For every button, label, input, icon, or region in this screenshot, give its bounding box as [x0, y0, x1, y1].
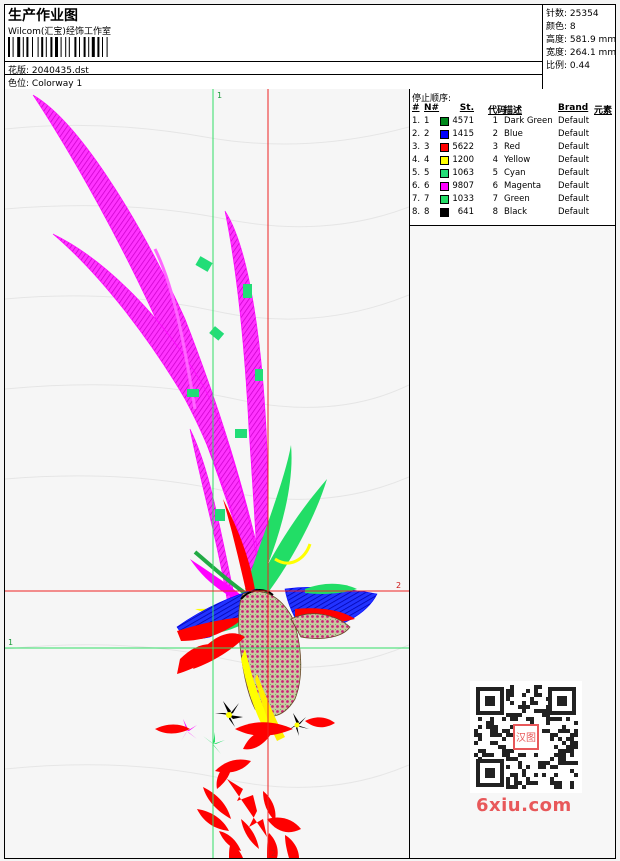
row-description: Red	[504, 142, 521, 152]
embroidery-preview: 1 2 2 1	[5, 89, 410, 858]
col-brand: Brand	[558, 103, 589, 113]
table-row: 2. 2 1415 2 Blue Default	[410, 129, 615, 142]
col-element: 元素	[594, 106, 613, 116]
row-index: 2.	[412, 129, 421, 139]
row-stitches: 5622	[452, 142, 474, 152]
colorway-label: 色位:	[8, 79, 30, 89]
row-description: Yellow	[504, 155, 531, 165]
row-number: 2	[424, 129, 430, 139]
row-brand: Default	[558, 129, 590, 139]
page-title: 生产作业图	[8, 8, 78, 24]
stop-sequence-table: 停止顺序: # N# St. 代码 描述 Brand 元素 1. 1 4571 1 Da…	[410, 89, 615, 226]
row-description: Blue	[504, 129, 523, 139]
colorway-field: 色位: Colorway 1	[8, 76, 82, 89]
col-number: N#	[424, 103, 440, 113]
table-row: 4. 4 1200 4 Yellow Default	[410, 155, 615, 168]
row-index: 6.	[412, 181, 421, 191]
row-brand: Default	[558, 116, 590, 126]
table-row: 6. 6 9807 6 Magenta Default	[410, 181, 615, 194]
guide-v1-label: 1	[217, 91, 222, 100]
row-brand: Default	[558, 194, 590, 204]
row-description: Cyan	[504, 168, 526, 178]
row-number: 4	[424, 155, 430, 165]
row-number: 6	[424, 181, 430, 191]
row-number: 8	[424, 207, 430, 217]
site-watermark: 6xiu.com	[476, 795, 572, 816]
row-code: 2	[492, 129, 498, 139]
guide-h2-label: 2	[396, 581, 401, 590]
row-number: 1	[424, 116, 430, 126]
table-row: 1. 1 4571 1 Dark Green Default	[410, 116, 615, 129]
table-row: 7. 7 1033 7 Green Default	[410, 194, 615, 207]
table-row: 5. 5 1063 5 Cyan Default	[410, 168, 615, 181]
flowers	[155, 701, 335, 858]
col-index: #	[412, 103, 420, 113]
row-brand: Default	[558, 142, 590, 152]
production-sheet: 生产作业图 Wilcom(汇宝)经饰工作室 花版: 2040435.dst 色位…	[4, 4, 616, 859]
row-brand: Default	[558, 181, 590, 191]
row-index: 5.	[412, 168, 421, 178]
guide-v2-label: 2	[271, 849, 276, 858]
guide-h1-label: 1	[8, 638, 13, 647]
row-brand: Default	[558, 155, 590, 165]
company-name: Wilcom(汇宝)经饰工作室	[8, 27, 111, 37]
row-code: 6	[492, 181, 498, 191]
row-number: 7	[424, 194, 430, 204]
row-index: 3.	[412, 142, 421, 152]
row-index: 7.	[412, 194, 421, 204]
row-brand: Default	[558, 168, 590, 178]
row-description: Dark Green	[504, 116, 553, 126]
table-header: # N# St. 代码 描述 Brand 元素	[410, 103, 615, 116]
table-row: 3. 3 5622 3 Red Default	[410, 142, 615, 155]
qr-watermark: 汉图 6xiu.com	[470, 681, 585, 821]
row-index: 1.	[412, 116, 421, 126]
table-row: 8. 8 641 8 Black Default	[410, 207, 615, 220]
row-number: 5	[424, 168, 430, 178]
colorway-value: Colorway 1	[31, 79, 83, 89]
row-code: 1	[492, 116, 498, 126]
stat-colors: 颜色: 8	[546, 22, 576, 32]
stat-width: 宽度: 264.1 mm	[546, 48, 617, 58]
col-stitches: St.	[459, 103, 474, 113]
divider	[5, 74, 542, 75]
row-stitches: 1200	[452, 155, 474, 165]
stat-scale: 比例: 0.44	[546, 61, 590, 71]
row-stitches: 4571	[452, 116, 474, 126]
stat-height: 高度: 581.9 mm	[546, 35, 617, 45]
row-code: 8	[492, 207, 498, 217]
stat-stitches: 针数: 25354	[546, 9, 599, 19]
row-number: 3	[424, 142, 430, 152]
stamp-mark: 汉图	[516, 732, 536, 744]
header-info: 生产作业图 Wilcom(汇宝)经饰工作室 花版: 2040435.dst 色位…	[5, 5, 542, 89]
row-brand: Default	[558, 207, 590, 217]
row-index: 4.	[412, 155, 421, 165]
row-description: Green	[504, 194, 530, 204]
col-description: 描述	[504, 106, 523, 116]
design-stats: 针数: 25354 颜色: 8 高度: 581.9 mm 宽度: 264.1 m…	[542, 5, 616, 89]
phoenix-embroidery-image: 1 2 2 1	[5, 89, 409, 858]
col-code: 代码	[487, 106, 506, 116]
row-stitches: 1033	[452, 194, 474, 204]
qr-code-icon: 汉图	[470, 681, 582, 793]
row-stitches: 1063	[452, 168, 474, 178]
row-stitches: 641	[457, 207, 474, 217]
row-code: 7	[492, 194, 498, 204]
row-code: 5	[492, 168, 498, 178]
row-description: Magenta	[504, 181, 542, 191]
barcode-icon	[8, 37, 108, 57]
row-code: 4	[492, 155, 498, 165]
row-stitches: 1415	[452, 129, 474, 139]
row-description: Black	[504, 207, 527, 217]
row-code: 3	[492, 142, 498, 152]
row-stitches: 9807	[452, 181, 474, 191]
divider	[5, 61, 542, 62]
row-index: 8.	[412, 207, 421, 217]
sheet-header: 生产作业图 Wilcom(汇宝)经饰工作室 花版: 2040435.dst 色位…	[5, 5, 616, 90]
